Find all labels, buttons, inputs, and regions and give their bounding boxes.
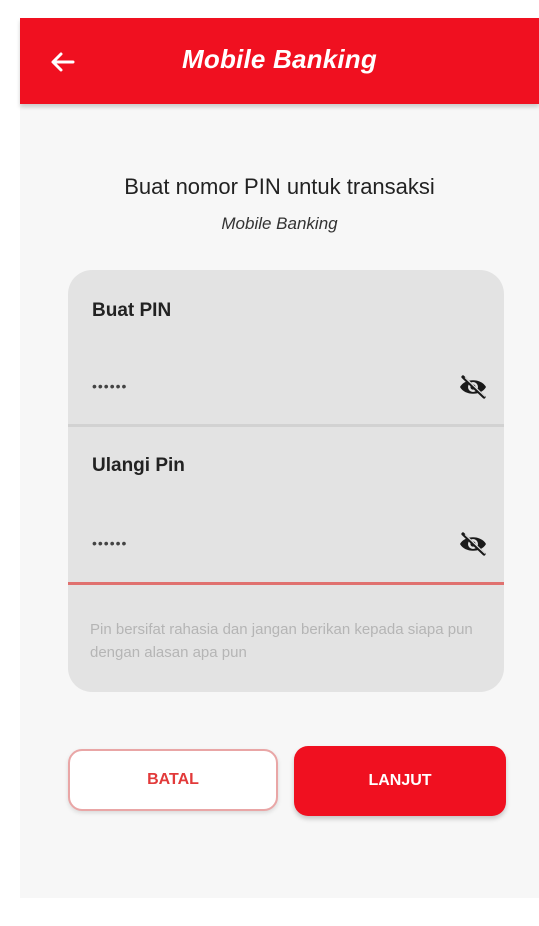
repeat-pin-field[interactable]: Ulangi Pin •••••• — [68, 427, 504, 583]
cancel-button[interactable]: BATAL — [68, 749, 278, 811]
create-pin-field[interactable]: Buat PIN •••••• — [68, 270, 504, 426]
repeat-pin-visibility-toggle[interactable] — [456, 529, 490, 559]
eye-off-icon — [460, 532, 486, 556]
page-title: Buat nomor PIN untuk transaksi — [124, 174, 435, 199]
app-bar: Mobile Banking — [20, 18, 539, 104]
eye-off-icon — [460, 375, 486, 399]
create-pin-visibility-toggle[interactable] — [456, 372, 490, 402]
next-button[interactable]: LANJUT — [294, 746, 506, 816]
app-container: Mobile Banking Buat nomor PIN untuk tran… — [20, 18, 539, 898]
repeat-pin-input[interactable]: •••••• — [92, 535, 127, 551]
active-field-underline — [68, 582, 504, 585]
page-subtitle: Mobile Banking — [221, 214, 338, 233]
pin-form-card: Buat PIN •••••• Ulangi Pin •••••• Pin be… — [68, 270, 504, 692]
create-pin-input[interactable]: •••••• — [92, 378, 127, 394]
app-bar-title: Mobile Banking — [182, 44, 377, 74]
screen: Mobile Banking Buat nomor PIN untuk tran… — [0, 0, 539, 926]
pin-hint-text: Pin bersifat rahasia dan jangan berikan … — [90, 621, 473, 661]
repeat-pin-label: Ulangi Pin — [92, 455, 185, 476]
create-pin-label: Buat PIN — [92, 300, 172, 321]
